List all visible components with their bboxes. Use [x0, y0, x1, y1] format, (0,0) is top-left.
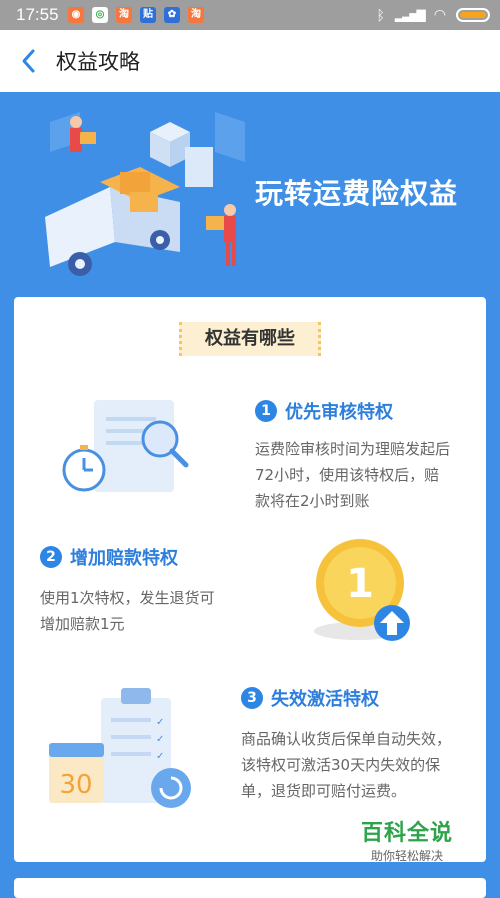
signal-icon: ▂▃▅▇: [394, 7, 426, 22]
benefit-number-3: 3: [241, 687, 263, 709]
bluetooth-icon: ᛒ: [376, 6, 385, 23]
watermark: 百科全说 助你轻松解决: [352, 815, 462, 864]
svg-text:✓: ✓: [156, 717, 164, 728]
document-clock-illustration: [62, 400, 189, 492]
page-title: 权益攻略: [56, 50, 140, 74]
benefit-title-3: 3 失效激活特权: [241, 685, 379, 711]
back-arrow-icon[interactable]: [18, 48, 40, 74]
hero-banner: 玩转运费险权益: [0, 92, 500, 297]
gold-coin-illustration: 1: [314, 539, 410, 641]
notification-icon: 贴: [140, 7, 156, 23]
battery-icon: [456, 7, 490, 22]
benefit-number-2: 2: [40, 546, 62, 568]
svg-text:✓: ✓: [156, 734, 164, 745]
status-bar: 17:55 ◉ ◎ 淘 贴 ✿ 淘 ᛒ ▂▃▅▇ ◠: [0, 0, 500, 30]
clipboard-calendar-illustration: ✓ ✓ ✓ 30: [49, 688, 191, 808]
watermark-main: 百科全说: [360, 821, 453, 846]
calendar-value: 30: [59, 770, 92, 800]
app-header: 权益攻略: [0, 30, 500, 92]
benefit-desc-2: 使用1次特权，发生退货可 增加赔款1元: [40, 589, 215, 633]
svg-text:✓: ✓: [156, 751, 164, 762]
benefit-desc-1: 运费险审核时间为理赔发起后 72小时，使用该特权后，赔 款将在2小时到账: [255, 440, 451, 510]
notification-icon: ◉: [68, 7, 84, 23]
coin-value: 1: [346, 561, 374, 607]
delivery-truck-illustration: [45, 112, 245, 276]
benefit-number-1: 1: [255, 400, 277, 422]
section-tag: 权益有哪些: [179, 322, 321, 356]
watermark-sub: 助你轻松解决: [370, 849, 443, 863]
benefits-card: 权益有哪些 1 优先审核特权 运费险审核时间为理赔发起后 72小时，使用该特权后，…: [14, 297, 486, 862]
benefit-title-2: 2 增加赔款特权: [40, 544, 178, 570]
status-time: 17:55: [16, 5, 59, 24]
benefit-desc-3: 商品确认收货后保单自动失效， 该特权可激活30天内失效的保 单，退货即可赔付运费…: [241, 730, 452, 800]
next-card: [14, 878, 486, 898]
notification-icon: ◎: [92, 7, 108, 23]
benefit-title-1: 1 优先审核特权: [255, 398, 393, 424]
wifi-icon: ◠: [433, 6, 446, 22]
taobao-icon: 淘: [116, 7, 132, 23]
taobao-icon: 淘: [188, 7, 204, 23]
hero-title: 玩转运费险权益: [255, 177, 459, 210]
paw-icon: ✿: [164, 7, 180, 23]
